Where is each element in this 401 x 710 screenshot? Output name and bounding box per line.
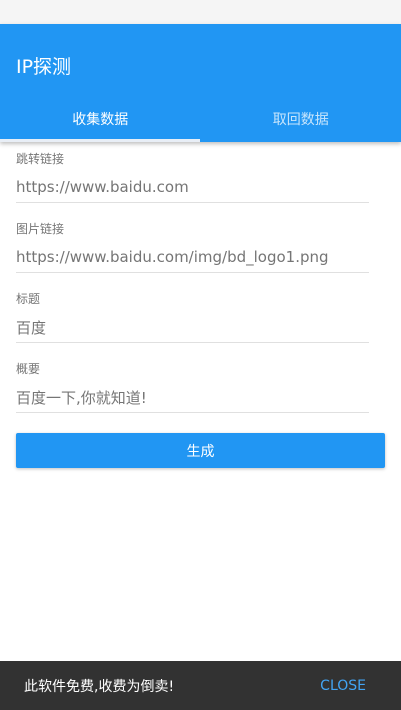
field-label: 图片链接 xyxy=(16,222,65,236)
page-title: IP探测 xyxy=(16,56,72,78)
tab-label: 取回数据 xyxy=(272,112,329,128)
snackbar: 此软件免费,收费为倒卖! CLOSE xyxy=(0,661,401,710)
field-label: 跳转链接 xyxy=(16,152,65,166)
redirect-link-field: 跳转链接 xyxy=(16,142,369,212)
field-label: 概要 xyxy=(16,362,41,376)
tab-retrieve-data[interactable]: 取回数据 xyxy=(201,96,401,142)
tab-bar: 收集数据 取回数据 xyxy=(0,96,401,142)
tab-indicator xyxy=(0,139,200,142)
title-input[interactable] xyxy=(16,312,369,343)
collect-form: 跳转链接 图片链接 标题 概要 xyxy=(16,142,369,422)
summary-field: 概要 xyxy=(16,352,369,422)
snackbar-close-button[interactable]: CLOSE xyxy=(320,678,366,694)
image-link-field: 图片链接 xyxy=(16,212,369,282)
title-field: 标题 xyxy=(16,282,369,352)
snackbar-message: 此软件免费,收费为倒卖! xyxy=(24,678,175,695)
app-bar: IP探测 收集数据 取回数据 xyxy=(0,24,401,142)
image-link-input[interactable] xyxy=(16,242,369,273)
redirect-link-input[interactable] xyxy=(16,172,369,203)
field-label: 标题 xyxy=(16,292,41,306)
status-bar xyxy=(0,0,401,24)
generate-button[interactable]: 生成 xyxy=(16,433,385,468)
summary-input[interactable] xyxy=(16,382,369,413)
tab-collect-data[interactable]: 收集数据 xyxy=(0,96,201,142)
tab-label: 收集数据 xyxy=(72,112,129,128)
